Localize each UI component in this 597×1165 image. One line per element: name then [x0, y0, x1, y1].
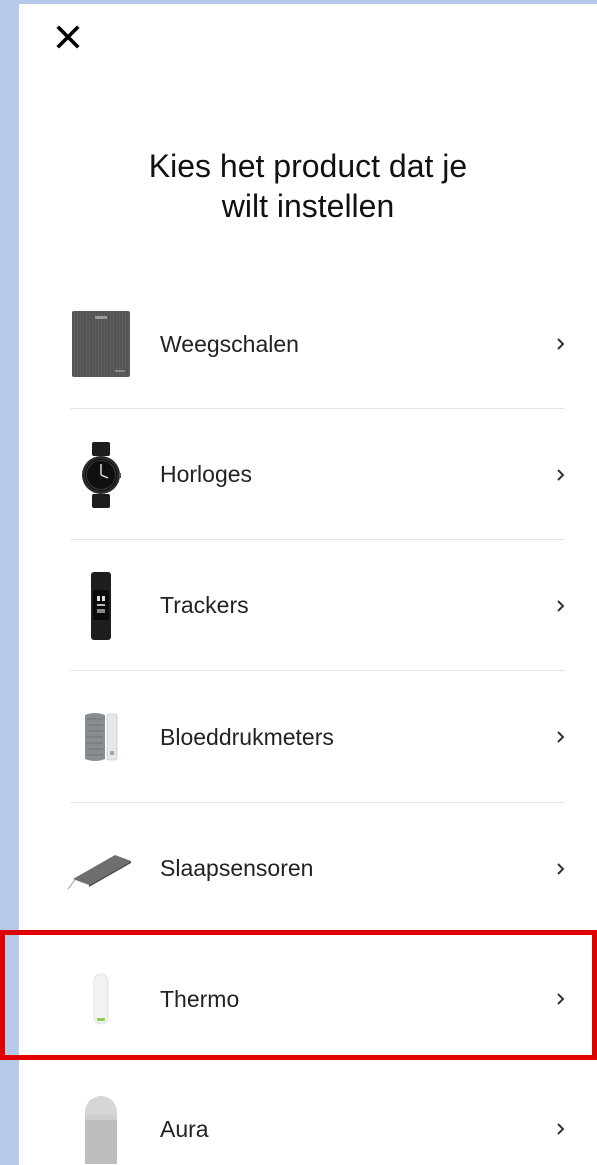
- product-item-weegschalen[interactable]: Weegschalen: [19, 279, 597, 409]
- thermometer-icon: [67, 959, 135, 1039]
- chevron-right-icon: [557, 1123, 565, 1135]
- product-item-bloeddrukmeters[interactable]: Bloeddrukmeters: [19, 671, 597, 803]
- product-item-trackers[interactable]: Trackers: [19, 540, 597, 671]
- page-title-line-1: Kies het product dat je: [148, 148, 468, 184]
- product-label: Aura: [160, 1115, 209, 1142]
- tracker-icon: [67, 566, 135, 646]
- product-label: Thermo: [160, 985, 240, 1012]
- chevron-right-icon: [557, 338, 565, 350]
- page-title: Kies het product dat je wilt instellen: [19, 146, 597, 226]
- product-item-slaapsensoren[interactable]: Slaapsensoren: [19, 803, 597, 934]
- page-title-line-2: wilt instellen: [221, 188, 395, 224]
- aura-icon: [67, 1089, 135, 1165]
- product-label: Trackers: [160, 592, 249, 618]
- blood-pressure-monitor-icon: [67, 697, 135, 777]
- scale-icon: [67, 304, 135, 384]
- sleep-sensor-icon: [67, 829, 137, 909]
- product-label: Horloges: [160, 461, 253, 487]
- close-icon: [56, 25, 80, 49]
- chevron-right-icon: [557, 993, 565, 1005]
- product-label: Bloeddrukmeters: [160, 723, 334, 750]
- chevron-right-icon: [557, 862, 565, 875]
- product-item-aura[interactable]: Aura: [19, 1064, 597, 1165]
- watch-icon: [67, 435, 135, 515]
- product-label: Weegschalen: [160, 330, 299, 357]
- close-button[interactable]: [51, 20, 85, 54]
- product-label: Slaapsensoren: [160, 855, 314, 881]
- chevron-right-icon: [557, 599, 565, 612]
- chevron-right-icon: [557, 468, 565, 481]
- product-picker-sheet: Kies het product dat je wilt instellen W…: [19, 4, 597, 1165]
- product-list: Weegschalen Horloges Trackers Bloeddrukm…: [19, 279, 597, 1165]
- product-item-horloges[interactable]: Horloges: [19, 409, 597, 540]
- product-item-thermo[interactable]: Thermo: [19, 934, 597, 1064]
- chevron-right-icon: [557, 731, 565, 743]
